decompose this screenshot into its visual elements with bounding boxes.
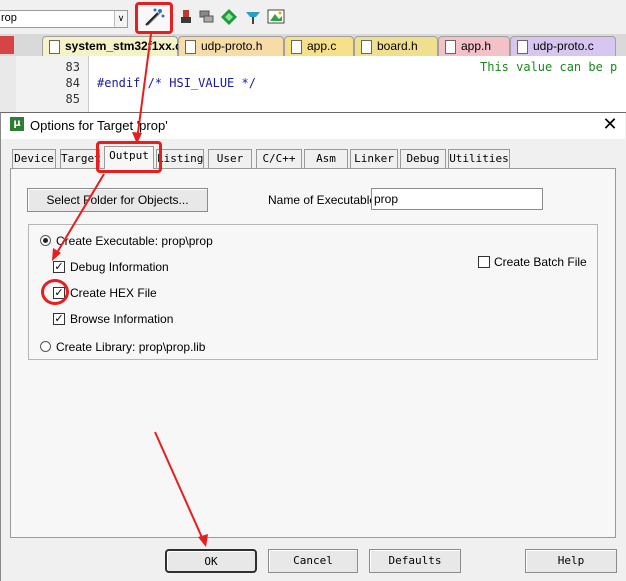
debug-information-label: Debug Information <box>70 260 169 274</box>
tab-listing[interactable]: Listing <box>156 149 204 168</box>
tab-board-h[interactable]: board.h <box>354 36 438 56</box>
create-batch-label: Create Batch File <box>494 255 587 269</box>
create-executable-label: Create Executable: prop\prop <box>56 234 213 248</box>
file-icon <box>291 40 302 54</box>
options-for-target-icon <box>145 8 165 26</box>
tab-udp-proto-c[interactable]: udp-proto.c <box>510 36 616 56</box>
file-icon <box>517 40 528 54</box>
file-icon <box>185 40 196 54</box>
tab-system-stm32f1xx-c[interactable]: system_stm32f1xx.c <box>42 36 182 56</box>
tab-debug[interactable]: Debug <box>400 149 446 168</box>
line-number: 83 <box>65 60 80 74</box>
tab-label: udp-proto.c <box>533 39 594 53</box>
options-for-target-button[interactable] <box>135 2 173 34</box>
create-executable-radio[interactable] <box>40 235 51 246</box>
name-of-executable-input[interactable] <box>371 188 543 210</box>
diamond-icon[interactable] <box>219 8 239 28</box>
select-folder-button[interactable]: Select Folder for Objects... <box>27 188 208 212</box>
file-icon <box>49 40 60 54</box>
keil-app-icon: μ <box>10 117 24 131</box>
highlight-hex-checkbox <box>41 279 69 305</box>
tab-asm[interactable]: Asm <box>304 149 348 168</box>
tab-user[interactable]: User <box>208 149 252 168</box>
browse-information-checkbox[interactable]: ✓ <box>53 313 65 325</box>
create-batch-checkbox[interactable] <box>478 256 490 268</box>
tab-label: system_stm32f1xx.c <box>65 39 182 53</box>
target-select[interactable]: rop ∨ <box>0 10 128 28</box>
project-panel-edge <box>0 56 16 118</box>
help-button[interactable]: Help <box>525 549 617 573</box>
target-select-value: rop <box>1 12 17 24</box>
highlight-output-tab <box>96 141 162 173</box>
tab-app-c[interactable]: app.c <box>284 36 354 56</box>
tab-app-h[interactable]: app.h <box>438 36 510 56</box>
tab-label: board.h <box>377 39 418 53</box>
code-line: #endif /* HSI_VALUE */ <box>97 76 256 90</box>
tab-label: app.h <box>461 39 492 53</box>
translate-icon[interactable] <box>177 8 197 28</box>
create-hex-label: Create HEX File <box>70 286 157 300</box>
dialog-title: Options for Target 'prop' <box>30 118 168 133</box>
image-icon[interactable] <box>266 8 286 28</box>
tab-udp-proto-h[interactable]: udp-proto.h <box>178 36 284 56</box>
file-icon <box>445 40 456 54</box>
line-number: 85 <box>65 92 80 106</box>
ok-button[interactable]: OK <box>165 549 257 573</box>
chevron-down-icon[interactable]: ∨ <box>114 11 127 27</box>
file-icon <box>361 40 372 54</box>
tab-label: udp-proto.h <box>201 39 263 53</box>
tab-label: app.c <box>307 39 337 53</box>
tab-linker[interactable]: Linker <box>350 149 398 168</box>
code-comment: This value can be p <box>480 60 618 74</box>
tabs-scroll-left[interactable] <box>0 36 14 54</box>
tab-utilities[interactable]: Utilities <box>448 149 510 168</box>
create-library-radio[interactable] <box>40 341 51 352</box>
batch-build-icon[interactable] <box>197 8 217 28</box>
create-library-label: Create Library: prop\prop.lib <box>56 340 206 354</box>
tab-target[interactable]: Target <box>60 149 101 168</box>
name-of-executable-label: Name of Executable: <box>268 193 380 207</box>
browse-information-label: Browse Information <box>70 312 174 326</box>
line-number: 84 <box>65 76 80 90</box>
pen-icon[interactable] <box>243 8 263 28</box>
cancel-button[interactable]: Cancel <box>268 549 358 573</box>
close-icon[interactable]: ✕ <box>598 114 622 136</box>
debug-information-checkbox[interactable]: ✓ <box>53 261 65 273</box>
tab-c-cpp[interactable]: C/C++ <box>256 149 302 168</box>
tab-device[interactable]: Device <box>12 149 56 168</box>
defaults-button[interactable]: Defaults <box>369 549 461 573</box>
